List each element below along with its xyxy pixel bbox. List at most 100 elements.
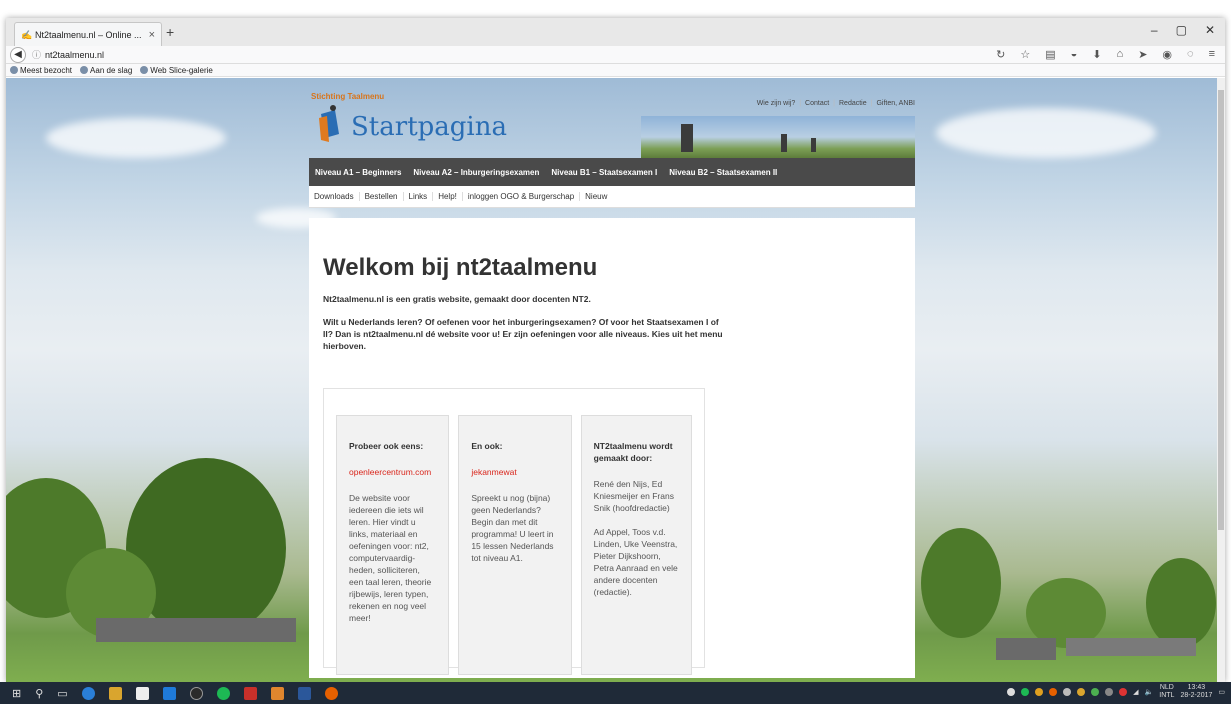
- download-icon[interactable]: ⬇: [1092, 48, 1101, 61]
- lang-bottom: INTL: [1159, 692, 1175, 699]
- reading-list-icon[interactable]: ▤: [1045, 48, 1055, 61]
- info-box: NT2taalmenu wordt gemaakt door: René den…: [580, 415, 692, 675]
- bookmark-star-icon[interactable]: ☆: [1020, 48, 1030, 61]
- spotify-tray-icon[interactable]: [1021, 688, 1030, 696]
- page-viewport: Stichting Taalmenu Startpagina Wie zijn …: [6, 78, 1217, 682]
- bookmark-item[interactable]: Aan de slag: [80, 66, 132, 75]
- tab-strip: ✍ Nt2taalmenu.nl – Online ... × + – ▢ ✕: [6, 18, 1225, 46]
- box-title: En ook:: [471, 441, 503, 451]
- subnav-nieuw[interactable]: Nieuw: [580, 192, 612, 201]
- close-tab-icon[interactable]: ×: [149, 29, 155, 41]
- url-bar[interactable]: ⓘ nt2taalmenu.nl: [32, 48, 996, 61]
- tray-app-icon[interactable]: [1035, 688, 1044, 696]
- box-link[interactable]: openleercentrum.com: [349, 466, 436, 478]
- windmill-shape: [811, 138, 816, 152]
- acdsee-icon[interactable]: [270, 686, 284, 700]
- intro-text: Nt2taalmenu.nl is een gratis website, ge…: [323, 294, 591, 304]
- tray-app-icon[interactable]: [1077, 688, 1086, 696]
- app-icon[interactable]: [189, 686, 203, 700]
- bookmark-item[interactable]: Meest bezocht: [10, 66, 72, 75]
- nav-niveau-a2[interactable]: Niveau A2 – Inburgeringsexamen: [407, 168, 545, 177]
- nav-niveau-b2[interactable]: Niveau B2 – Staatsexamen II: [663, 168, 783, 177]
- subnav-bestellen[interactable]: Bestellen: [360, 192, 404, 201]
- box-text: René den Nijs, Ed Kniesmeijer en Frans S…: [593, 479, 674, 513]
- notification-icon[interactable]: ▭: [1218, 688, 1225, 696]
- reload-icon[interactable]: ↻: [996, 48, 1005, 61]
- bookmarks-bar: Meest bezocht Aan de slag Web Slice-gale…: [6, 64, 1225, 77]
- divider: |: [870, 100, 873, 107]
- windmill-shape: [781, 134, 787, 152]
- word-icon[interactable]: [297, 686, 311, 700]
- barn-decoration: [996, 638, 1056, 660]
- nav-niveau-b1[interactable]: Niveau B1 – Staatsexamen I: [545, 168, 663, 177]
- barn-decoration: [96, 618, 296, 642]
- back-button[interactable]: ◀: [10, 46, 26, 63]
- favicon-icon: ✍: [21, 29, 33, 40]
- globe-icon: [80, 66, 89, 74]
- sub-navigation: Downloads Bestellen Links Help! inloggen…: [309, 186, 915, 208]
- subnav-inloggen[interactable]: inloggen OGO & Burgerschap: [463, 192, 581, 201]
- file-explorer-icon[interactable]: [108, 686, 122, 700]
- scrollbar-thumb[interactable]: [1218, 90, 1224, 530]
- lang-top: NLD: [1159, 684, 1174, 691]
- tray-app-icon[interactable]: [1091, 688, 1100, 696]
- site-container: Stichting Taalmenu Startpagina Wie zijn …: [309, 78, 915, 678]
- top-links: Wie zijn wij? | Contact | Redactie | Gif…: [757, 100, 915, 107]
- cloud-icon[interactable]: [1007, 688, 1016, 696]
- task-view-icon[interactable]: ▭: [57, 687, 67, 700]
- send-icon[interactable]: ➤: [1138, 48, 1147, 61]
- box-title: Probeer ook eens:: [349, 441, 424, 451]
- subnav-downloads[interactable]: Downloads: [309, 192, 360, 201]
- subnav-links[interactable]: Links: [404, 192, 434, 201]
- network-icon[interactable]: ◢: [1133, 688, 1138, 696]
- main-content: Welkom bij nt2taalmenu Nt2taalmenu.nl is…: [309, 218, 915, 678]
- media-icon[interactable]: [162, 686, 176, 700]
- logo-figure-icon[interactable]: [317, 104, 343, 144]
- store-icon[interactable]: [135, 686, 149, 700]
- close-window-button[interactable]: ✕: [1205, 23, 1215, 37]
- divider: |: [799, 100, 802, 107]
- toplink-redactie[interactable]: Redactie: [839, 100, 867, 107]
- tray-app-icon[interactable]: [1063, 688, 1072, 696]
- page-title: Welkom bij nt2taalmenu: [323, 254, 598, 281]
- spotify-icon[interactable]: [216, 686, 230, 700]
- pocket-icon[interactable]: ◒: [1071, 48, 1078, 61]
- stichting-label: Stichting Taalmenu: [311, 92, 385, 101]
- language-indicator[interactable]: NLD INTL: [1159, 684, 1174, 700]
- extension-icon[interactable]: ◉: [1162, 48, 1172, 61]
- barn-decoration: [1066, 638, 1196, 656]
- url-text[interactable]: nt2taalmenu.nl: [45, 50, 104, 60]
- browser-tab[interactable]: ✍ Nt2taalmenu.nl – Online ... ×: [14, 22, 162, 46]
- info-boxes: Probeer ook eens: openleercentrum.com De…: [323, 388, 705, 675]
- menu-icon[interactable]: ≡: [1209, 48, 1215, 61]
- subnav-help[interactable]: Help!: [433, 192, 463, 201]
- box-link[interactable]: jekanmewat: [471, 466, 558, 478]
- cloud-decoration: [936, 108, 1156, 158]
- new-tab-button[interactable]: +: [166, 24, 174, 40]
- info-icon[interactable]: ⓘ: [32, 48, 41, 61]
- page-scrollbar[interactable]: [1217, 78, 1225, 682]
- tray-app-icon[interactable]: [1049, 688, 1058, 696]
- search-icon[interactable]: ⚲: [35, 687, 43, 700]
- bookmark-item[interactable]: Web Slice-galerie: [140, 66, 213, 75]
- clock[interactable]: 13:43 28-2-2017: [1180, 684, 1212, 700]
- toplink-giften[interactable]: Giften, ANBI: [876, 100, 915, 107]
- maximize-button[interactable]: ▢: [1176, 23, 1187, 37]
- minimize-button[interactable]: –: [1151, 23, 1158, 37]
- site-logo[interactable]: Startpagina: [351, 112, 507, 142]
- sync-icon[interactable]: ◌: [1187, 48, 1194, 61]
- home-icon[interactable]: ⌂: [1117, 48, 1124, 61]
- firefox-icon[interactable]: [324, 686, 338, 700]
- toplink-wie-zijn-wij[interactable]: Wie zijn wij?: [757, 100, 796, 107]
- tree-decoration: [1146, 558, 1216, 648]
- nav-niveau-a1[interactable]: Niveau A1 – Beginners: [309, 168, 407, 177]
- start-icon[interactable]: ⊞: [12, 687, 21, 700]
- edge-icon[interactable]: [81, 686, 95, 700]
- tray-app-icon[interactable]: [1119, 688, 1128, 696]
- system-tray: ◢ 🔈 NLD INTL 13:43 28-2-2017 ▭: [1007, 684, 1225, 700]
- filezilla-icon[interactable]: [243, 686, 257, 700]
- bookmark-label: Aan de slag: [90, 65, 133, 75]
- volume-icon[interactable]: 🔈: [1145, 688, 1154, 696]
- toplink-contact[interactable]: Contact: [805, 100, 829, 107]
- tray-app-icon[interactable]: [1105, 688, 1114, 696]
